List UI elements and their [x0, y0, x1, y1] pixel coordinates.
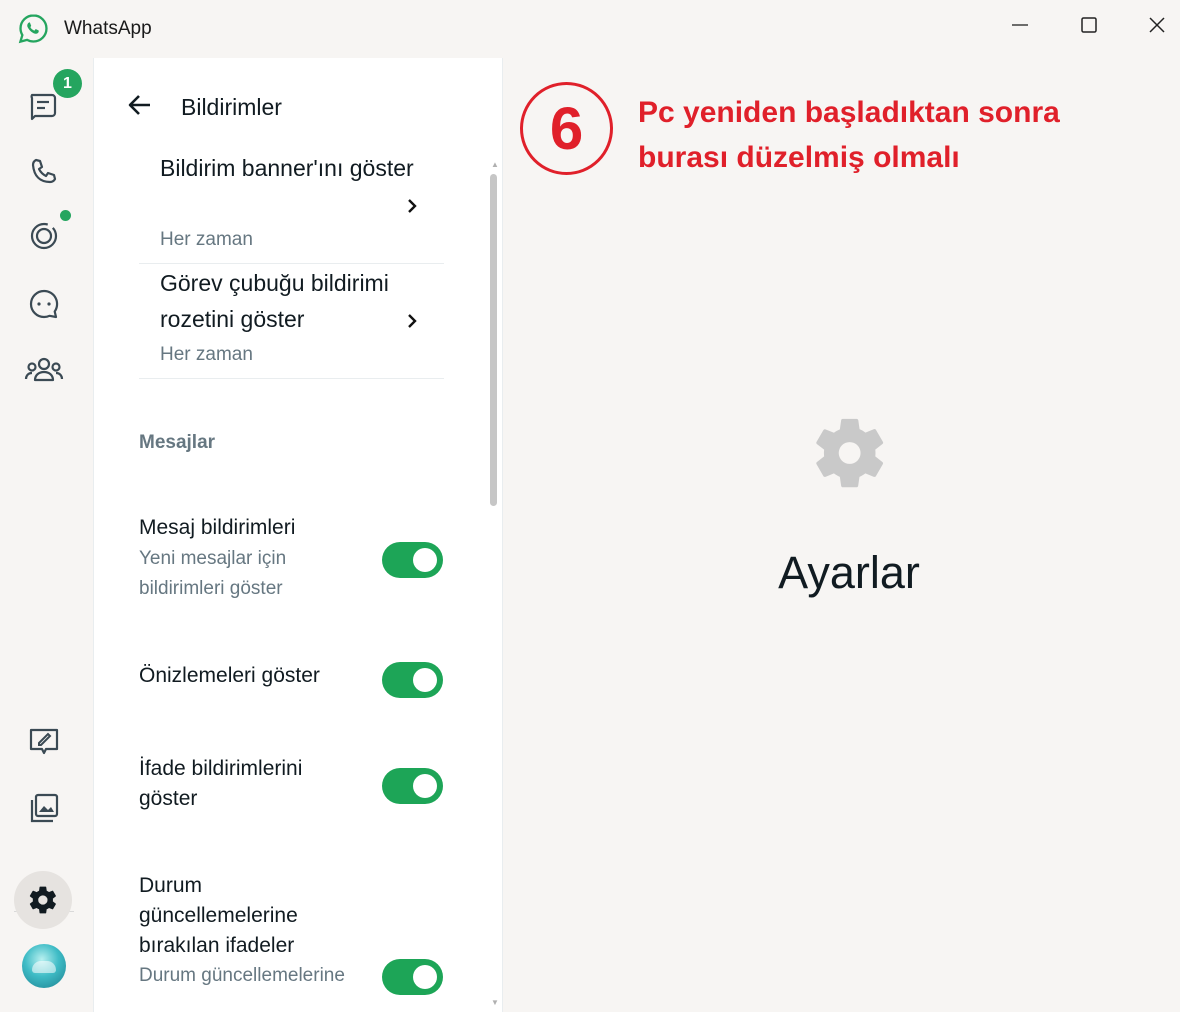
gear-icon: [29, 886, 56, 914]
message-notifications-title: Mesaj bildirimleri: [139, 516, 296, 539]
taskbar-badge-setting-value: Her zaman: [160, 344, 253, 365]
show-previews-title: Önizlemeleri göster: [139, 664, 320, 687]
chats-icon: [30, 93, 57, 121]
phone-icon: [31, 158, 57, 184]
banner-setting-row[interactable]: Bildirim banner'ını göster Her zaman: [139, 146, 443, 250]
scroll-up-arrow-icon[interactable]: ▲: [491, 160, 499, 169]
message-notifications-subtitle: Yeni mesajlar için bildirimleri göster: [139, 548, 287, 599]
row-divider: [139, 378, 444, 379]
status-reactions-row: Durum güncellemelerine bırakılan ifadele…: [139, 870, 444, 1012]
rail-communities-button[interactable]: [14, 344, 74, 396]
maximize-icon: [1081, 17, 1097, 33]
annotation-text: Pc yeniden başladıktan sonra burası düze…: [638, 96, 1060, 174]
back-button[interactable]: [122, 87, 158, 123]
banner-setting-value: Her zaman: [160, 229, 253, 250]
show-previews-row: Önizlemeleri göster: [139, 660, 444, 700]
profile-avatar[interactable]: [22, 944, 66, 988]
main-title: Ayarlar: [778, 547, 920, 598]
communities-icon: [24, 357, 64, 382]
minimize-icon: [1012, 24, 1028, 26]
status-reactions-toggle[interactable]: [382, 959, 443, 995]
main-pane: Ayarlar: [504, 58, 1180, 1012]
whatsapp-window: WhatsApp 1 Bildirim banner'ını göster He…: [0, 0, 1180, 1012]
annotation-step-number: 6: [520, 82, 613, 175]
show-previews-toggle[interactable]: [382, 662, 443, 698]
title-bar: WhatsApp: [0, 0, 1180, 58]
channels-icon: [29, 289, 59, 319]
message-notifications-row: Mesaj bildirimleri Yeni mesajlar için bi…: [139, 513, 444, 603]
scrollbar-thumb[interactable]: [490, 174, 497, 506]
unread-badge: 1: [53, 69, 82, 98]
settings-gear-icon: [816, 418, 884, 488]
edit-message-icon: [29, 728, 59, 755]
rail-media-button[interactable]: [14, 782, 74, 834]
taskbar-badge-setting-title: Görev çubuğu bildirimi rozetini göster: [160, 270, 389, 332]
status-reactions-title: Durum güncellemelerine bırakılan ifadele…: [139, 874, 298, 957]
arrow-left-icon: [128, 95, 150, 115]
app-title: WhatsApp: [64, 18, 152, 39]
navigation-rail: [0, 58, 88, 1012]
maximize-button[interactable]: [1069, 10, 1109, 40]
scroll-down-arrow-icon[interactable]: ▼: [491, 998, 499, 1007]
reaction-notifications-toggle[interactable]: [382, 768, 443, 804]
rail-settings-button[interactable]: [14, 871, 72, 929]
panel-title: Bildirimler: [181, 94, 282, 120]
section-title-messages: Mesajlar: [139, 432, 216, 453]
reaction-notifications-title: İfade bildirimlerini göster: [139, 757, 303, 810]
chevron-right-icon: [408, 314, 417, 328]
reaction-notifications-row: İfade bildirimlerini göster: [139, 753, 444, 813]
notifications-list: Bildirim banner'ını göster Her zaman Gör…: [94, 58, 489, 1012]
status-reactions-subtitle: Durum güncellemelerine: [139, 965, 345, 986]
taskbar-badge-setting-row[interactable]: Görev çubuğu bildirimi rozetini göster H…: [139, 262, 443, 372]
rail-starred-button[interactable]: [14, 716, 74, 768]
panel-header: Bildirimler: [94, 58, 502, 158]
notifications-panel: Bildirim banner'ını göster Her zaman Gör…: [93, 58, 503, 1012]
message-notifications-toggle[interactable]: [382, 542, 443, 578]
whatsapp-logo-icon: [18, 14, 48, 44]
rail-calls-button[interactable]: [14, 146, 74, 198]
status-update-dot: [60, 210, 71, 221]
status-icon: [30, 222, 58, 250]
close-icon: [1149, 17, 1165, 33]
chevron-right-icon: [408, 199, 417, 213]
close-window-button[interactable]: [1137, 10, 1177, 40]
rail-channels-button[interactable]: [14, 278, 74, 330]
minimize-button[interactable]: [1000, 10, 1040, 40]
media-gallery-icon: [30, 793, 59, 823]
